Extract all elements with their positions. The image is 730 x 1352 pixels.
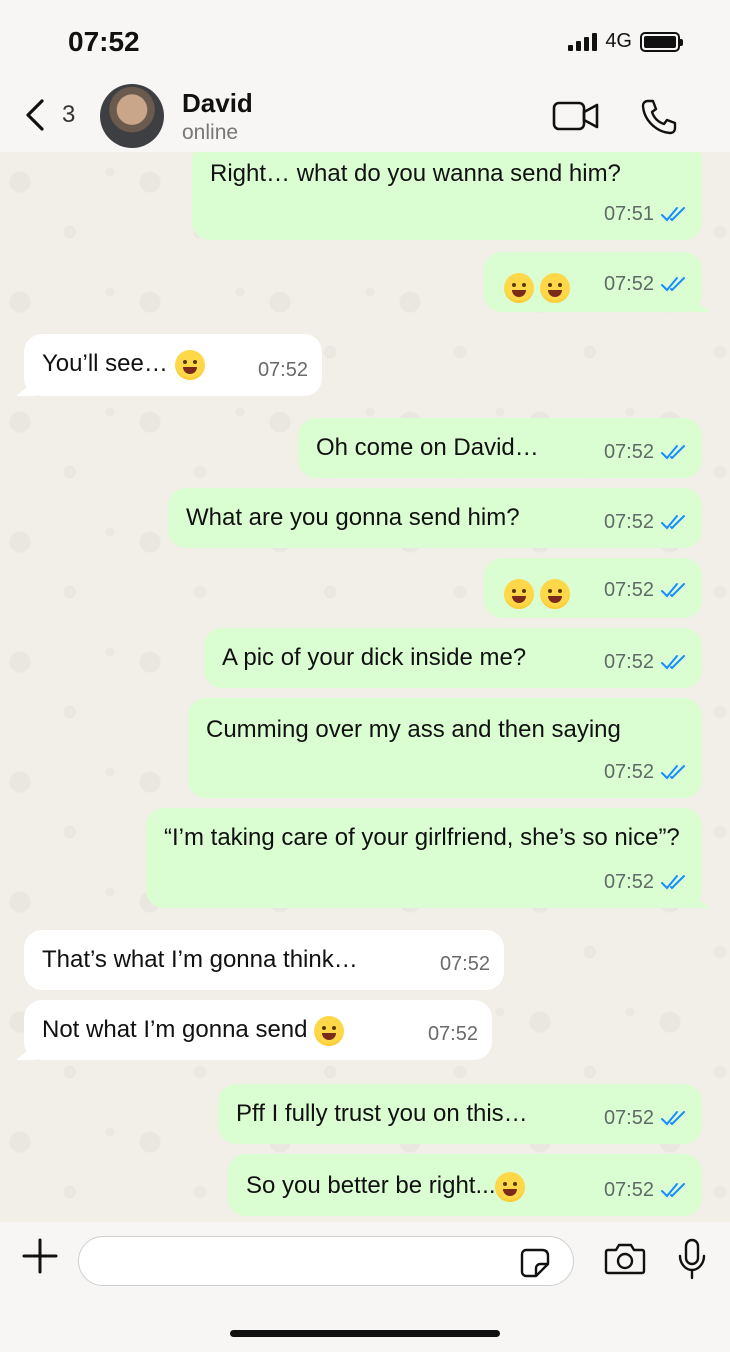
- status-icons: 4G: [568, 30, 683, 53]
- message-time: 07:52: [427, 1023, 478, 1045]
- message-time: 07:52: [603, 1107, 654, 1129]
- chat-header: 3 David online: [0, 80, 730, 152]
- status-time: 07:52: [68, 26, 140, 57]
- home-indicator[interactable]: [230, 1330, 500, 1337]
- message-bubble[interactable]: 07:52: [484, 252, 710, 312]
- message-text: “I’m taking care of your girlfriend, she…: [164, 824, 680, 851]
- double-check-icon: [661, 875, 685, 890]
- flushed-tongue-emoji: [174, 349, 205, 380]
- message-text: A pic of your dick inside me?: [222, 644, 527, 671]
- status-bar: 07:52 4G: [0, 0, 730, 80]
- video-call-button[interactable]: [552, 100, 600, 137]
- unread-count: 3: [62, 101, 76, 128]
- message-text: Right… what do you wanna send him?: [210, 160, 621, 187]
- tears-of-joy-emoji: [540, 578, 570, 609]
- message-time: 07:52: [603, 761, 654, 783]
- message-bubble[interactable]: Pff I fully trust you on this… 07:52: [218, 1084, 702, 1144]
- message-text: That’s what I’m gonna think…: [42, 946, 358, 973]
- message-bubble[interactable]: 07:52: [484, 558, 702, 618]
- message-text: Cumming over my ass and then saying: [206, 716, 621, 743]
- double-check-icon: [661, 207, 685, 222]
- message-text: Not what I’m gonna send: [42, 1016, 308, 1043]
- message-text: So you better be right...: [246, 1172, 496, 1199]
- message-time: 07:52: [439, 953, 490, 975]
- sticker-icon: [520, 1248, 550, 1278]
- double-check-icon: [661, 583, 685, 598]
- message-time: 07:52: [603, 441, 654, 463]
- sticker-button[interactable]: [520, 1248, 550, 1283]
- message-text: Pff I fully trust you on this…: [236, 1100, 528, 1127]
- message-time: 07:52: [603, 1179, 654, 1201]
- message-bubble[interactable]: So you better be right... 07:52: [228, 1154, 702, 1216]
- pleading-emoji: [495, 1171, 526, 1202]
- message-bubble[interactable]: Oh come on David… 07:52: [298, 418, 702, 478]
- tears-of-joy-emoji: [504, 578, 534, 609]
- message-bubble[interactable]: Cumming over my ass and then saying 07:5…: [188, 698, 702, 798]
- message-bubble[interactable]: A pic of your dick inside me? 07:52: [204, 628, 702, 688]
- double-check-icon: [661, 1111, 685, 1126]
- contact-status: online: [182, 121, 239, 144]
- phone-icon: [641, 99, 677, 135]
- grinning-sweat-emoji: [540, 272, 570, 303]
- back-button[interactable]: 3: [24, 98, 75, 132]
- signal-icon: [568, 32, 598, 51]
- video-camera-icon: [552, 101, 599, 131]
- message-time: 07:52: [603, 511, 654, 533]
- contact-name[interactable]: David: [182, 88, 253, 119]
- squinting-tongue-emoji: [314, 1015, 345, 1046]
- message-list[interactable]: Right… what do you wanna send him? 07:51…: [0, 152, 730, 1222]
- avatar[interactable]: [100, 84, 164, 148]
- message-text: Oh come on David…: [316, 434, 539, 461]
- network-label: 4G: [605, 30, 632, 52]
- message-bubble[interactable]: What are you gonna send him? 07:52: [168, 488, 702, 548]
- message-bubble[interactable]: You’ll see… 07:52: [16, 334, 322, 396]
- camera-icon: [604, 1243, 646, 1275]
- grinning-sweat-emoji: [504, 272, 534, 303]
- double-check-icon: [661, 765, 685, 780]
- microphone-icon: [678, 1238, 706, 1280]
- message-bubble[interactable]: Not what I’m gonna send 07:52: [16, 1000, 492, 1060]
- message-time: 07:52: [603, 651, 654, 673]
- voice-call-button[interactable]: [640, 98, 678, 141]
- double-check-icon: [661, 655, 685, 670]
- double-check-icon: [661, 277, 685, 292]
- chevron-left-icon: [26, 99, 44, 131]
- message-time: 07:52: [603, 579, 654, 601]
- message-bubble[interactable]: That’s what I’m gonna think… 07:52: [24, 930, 504, 990]
- attach-button[interactable]: [22, 1238, 58, 1279]
- double-check-icon: [661, 445, 685, 460]
- message-bubble[interactable]: “I’m taking care of your girlfriend, she…: [146, 808, 710, 908]
- message-time: 07:51: [603, 203, 654, 225]
- double-check-icon: [661, 515, 685, 530]
- message-time: 07:52: [603, 273, 654, 295]
- message-time: 07:52: [257, 359, 308, 381]
- plus-icon: [22, 1238, 58, 1274]
- message-input[interactable]: [78, 1236, 574, 1286]
- message-text: What are you gonna send him?: [186, 504, 520, 531]
- message-text: You’ll see…: [42, 350, 168, 377]
- voice-message-button[interactable]: [676, 1238, 708, 1285]
- battery-icon: [640, 31, 683, 52]
- message-bubble[interactable]: Right… what do you wanna send him? 07:51: [192, 152, 702, 240]
- double-check-icon: [661, 1183, 685, 1198]
- camera-button[interactable]: [604, 1242, 646, 1281]
- message-time: 07:52: [603, 871, 654, 893]
